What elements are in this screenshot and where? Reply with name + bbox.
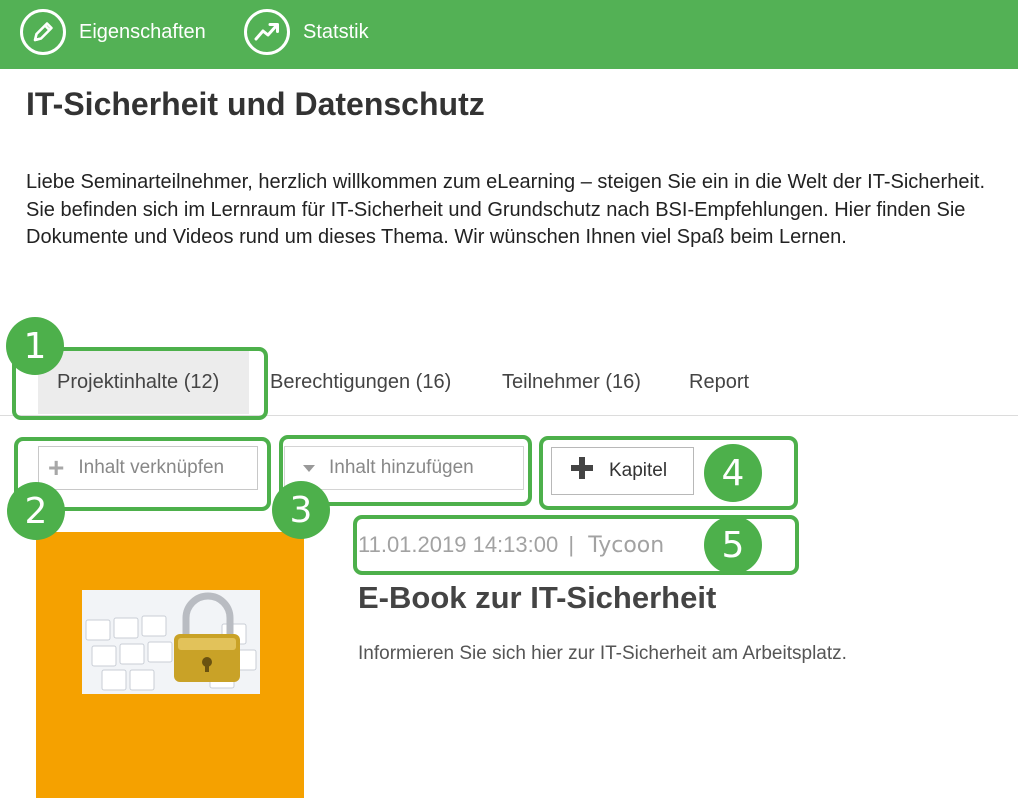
callout-badge-5: 5	[704, 516, 762, 574]
intro-text: Liebe Seminarteilnehmer, herzlich willko…	[26, 171, 985, 248]
statistics-nav-item[interactable]: Statstik	[244, 9, 369, 55]
page-title: IT-Sicherheit und Datenschutz	[26, 86, 485, 122]
statistics-nav-label: Statstik	[303, 20, 369, 43]
trend-up-icon	[244, 9, 290, 55]
item-description: Informieren Sie sich hier zur IT-Sicherh…	[358, 643, 847, 664]
callout-badge-2: 2	[7, 482, 65, 540]
tab-label: Report	[689, 370, 750, 393]
tab-label: Teilnehmer (16)	[502, 370, 641, 393]
pencil-icon	[20, 9, 66, 55]
properties-nav-label: Eigenschaften	[79, 20, 206, 43]
padlock-keyboard-image	[82, 590, 260, 694]
tab-report[interactable]: Report	[689, 350, 749, 414]
properties-nav-item[interactable]: Eigenschaften	[20, 9, 206, 55]
tab-participants[interactable]: Teilnehmer (16)	[502, 350, 641, 414]
top-navigation-bar: Eigenschaften Statstik	[0, 0, 1018, 69]
tab-label: Berechtigungen (16)	[270, 370, 452, 393]
item-title[interactable]: E-Book zur IT-Sicherheit	[358, 580, 716, 616]
callout-badge-3: 3	[272, 481, 330, 539]
callout-badge-4: 4	[704, 444, 762, 502]
tab-permissions[interactable]: Berechtigungen (16)	[270, 350, 451, 414]
callout-badge-1: 1	[6, 317, 64, 375]
